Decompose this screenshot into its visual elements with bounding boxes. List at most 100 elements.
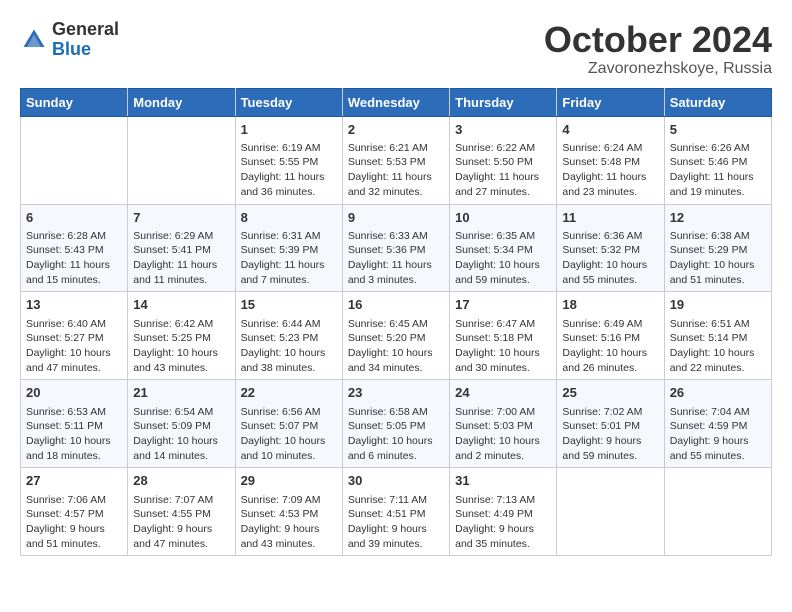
day-number: 25 [562,384,658,402]
day-cell: 7 Sunrise: 6:29 AM Sunset: 5:41 PM Daylig… [128,204,235,292]
day-cell: 28 Sunrise: 7:07 AM Sunset: 4:55 PM Dayli… [128,468,235,556]
day-info: Sunrise: 6:21 AM Sunset: 5:53 PM Dayligh… [348,141,444,200]
day-cell: 18 Sunrise: 6:49 AM Sunset: 5:16 PM Dayli… [557,292,664,380]
day-info: Sunrise: 6:45 AM Sunset: 5:20 PM Dayligh… [348,317,444,376]
day-cell: 21 Sunrise: 6:54 AM Sunset: 5:09 PM Dayli… [128,380,235,468]
col-header-wednesday: Wednesday [342,88,449,116]
day-cell: 27 Sunrise: 7:06 AM Sunset: 4:57 PM Dayli… [21,468,128,556]
day-cell: 29Sunrise: 7:09 AM Sunset: 4:53 PM Dayli… [235,468,342,556]
col-header-friday: Friday [557,88,664,116]
day-cell: 20Sunrise: 6:53 AM Sunset: 5:11 PM Dayli… [21,380,128,468]
day-info: Sunrise: 6:54 AM Sunset: 5:09 PM Dayligh… [133,405,229,464]
day-cell: 25 Sunrise: 7:02 AM Sunset: 5:01 PM Dayli… [557,380,664,468]
page-header: General Blue October 2024 Zavoronezhskoy… [20,20,772,78]
day-number: 29 [241,472,337,490]
day-cell: 17 Sunrise: 6:47 AM Sunset: 5:18 PM Dayli… [450,292,557,380]
day-info: Sunrise: 6:19 AM Sunset: 5:55 PM Dayligh… [241,141,337,200]
day-cell: 4Sunrise: 6:24 AM Sunset: 5:48 PM Daylig… [557,116,664,204]
day-info: Sunrise: 7:02 AM Sunset: 5:01 PM Dayligh… [562,405,658,464]
day-number: 26 [670,384,766,402]
day-number: 16 [348,296,444,314]
day-info: Sunrise: 7:04 AM Sunset: 4:59 PM Dayligh… [670,405,766,464]
day-info: Sunrise: 6:35 AM Sunset: 5:34 PM Dayligh… [455,229,551,288]
location: Zavoronezhskoye, Russia [544,60,772,78]
day-cell: 3 Sunrise: 6:22 AM Sunset: 5:50 PM Daylig… [450,116,557,204]
day-info: Sunrise: 6:36 AM Sunset: 5:32 PM Dayligh… [562,229,658,288]
day-number: 10 [455,209,551,227]
logo-general: General [52,20,119,40]
day-cell: 8 Sunrise: 6:31 AM Sunset: 5:39 PM Daylig… [235,204,342,292]
day-cell: 19 Sunrise: 6:51 AM Sunset: 5:14 PM Dayli… [664,292,771,380]
col-header-thursday: Thursday [450,88,557,116]
day-cell: 11Sunrise: 6:36 AM Sunset: 5:32 PM Dayli… [557,204,664,292]
logo: General Blue [20,20,119,60]
day-cell [21,116,128,204]
day-cell: 6 Sunrise: 6:28 AM Sunset: 5:43 PM Daylig… [21,204,128,292]
day-number: 7 [133,209,229,227]
day-cell: 15 Sunrise: 6:44 AM Sunset: 5:23 PM Dayli… [235,292,342,380]
day-number: 17 [455,296,551,314]
day-cell: 16 Sunrise: 6:45 AM Sunset: 5:20 PM Dayli… [342,292,449,380]
day-info: Sunrise: 6:56 AM Sunset: 5:07 PM Dayligh… [241,405,337,464]
day-info: Sunrise: 6:49 AM Sunset: 5:16 PM Dayligh… [562,317,658,376]
day-number: 27 [26,472,122,490]
day-cell [664,468,771,556]
col-header-saturday: Saturday [664,88,771,116]
col-header-tuesday: Tuesday [235,88,342,116]
day-number: 15 [241,296,337,314]
day-info: Sunrise: 6:29 AM Sunset: 5:41 PM Dayligh… [133,229,229,288]
day-number: 14 [133,296,229,314]
day-info: Sunrise: 6:40 AM Sunset: 5:27 PM Dayligh… [26,317,122,376]
day-info: Sunrise: 6:22 AM Sunset: 5:50 PM Dayligh… [455,141,551,200]
day-cell [128,116,235,204]
day-number: 19 [670,296,766,314]
day-number: 6 [26,209,122,227]
week-row-2: 6 Sunrise: 6:28 AM Sunset: 5:43 PM Daylig… [21,204,772,292]
day-number: 9 [348,209,444,227]
day-cell: 23 Sunrise: 6:58 AM Sunset: 5:05 PM Dayli… [342,380,449,468]
day-info: Sunrise: 6:38 AM Sunset: 5:29 PM Dayligh… [670,229,766,288]
day-info: Sunrise: 6:31 AM Sunset: 5:39 PM Dayligh… [241,229,337,288]
day-number: 20 [26,384,122,402]
day-number: 18 [562,296,658,314]
day-info: Sunrise: 7:06 AM Sunset: 4:57 PM Dayligh… [26,493,122,552]
day-cell: 14Sunrise: 6:42 AM Sunset: 5:25 PM Dayli… [128,292,235,380]
calendar-table: SundayMondayTuesdayWednesdayThursdayFrid… [20,88,772,557]
day-number: 4 [562,121,658,139]
day-info: Sunrise: 6:47 AM Sunset: 5:18 PM Dayligh… [455,317,551,376]
day-cell: 9 Sunrise: 6:33 AM Sunset: 5:36 PM Daylig… [342,204,449,292]
day-cell: 12 Sunrise: 6:38 AM Sunset: 5:29 PM Dayli… [664,204,771,292]
day-info: Sunrise: 6:44 AM Sunset: 5:23 PM Dayligh… [241,317,337,376]
week-row-5: 27 Sunrise: 7:06 AM Sunset: 4:57 PM Dayli… [21,468,772,556]
day-number: 31 [455,472,551,490]
day-cell: 5 Sunrise: 6:26 AM Sunset: 5:46 PM Daylig… [664,116,771,204]
day-number: 3 [455,121,551,139]
day-number: 23 [348,384,444,402]
day-number: 22 [241,384,337,402]
day-number: 5 [670,121,766,139]
week-row-4: 20Sunrise: 6:53 AM Sunset: 5:11 PM Dayli… [21,380,772,468]
day-info: Sunrise: 6:28 AM Sunset: 5:43 PM Dayligh… [26,229,122,288]
day-info: Sunrise: 6:33 AM Sunset: 5:36 PM Dayligh… [348,229,444,288]
day-number: 12 [670,209,766,227]
day-cell: 22 Sunrise: 6:56 AM Sunset: 5:07 PM Dayli… [235,380,342,468]
week-row-3: 13 Sunrise: 6:40 AM Sunset: 5:27 PM Dayli… [21,292,772,380]
logo-blue: Blue [52,40,119,60]
day-number: 21 [133,384,229,402]
day-info: Sunrise: 6:26 AM Sunset: 5:46 PM Dayligh… [670,141,766,200]
col-header-monday: Monday [128,88,235,116]
day-info: Sunrise: 7:13 AM Sunset: 4:49 PM Dayligh… [455,493,551,552]
day-number: 8 [241,209,337,227]
day-cell: 30Sunrise: 7:11 AM Sunset: 4:51 PM Dayli… [342,468,449,556]
day-number: 28 [133,472,229,490]
day-number: 1 [241,121,337,139]
day-number: 24 [455,384,551,402]
day-info: Sunrise: 6:58 AM Sunset: 5:05 PM Dayligh… [348,405,444,464]
day-number: 13 [26,296,122,314]
day-cell: 24 Sunrise: 7:00 AM Sunset: 5:03 PM Dayli… [450,380,557,468]
day-info: Sunrise: 6:51 AM Sunset: 5:14 PM Dayligh… [670,317,766,376]
day-info: Sunrise: 7:07 AM Sunset: 4:55 PM Dayligh… [133,493,229,552]
day-number: 2 [348,121,444,139]
day-cell: 26 Sunrise: 7:04 AM Sunset: 4:59 PM Dayli… [664,380,771,468]
day-info: Sunrise: 7:00 AM Sunset: 5:03 PM Dayligh… [455,405,551,464]
